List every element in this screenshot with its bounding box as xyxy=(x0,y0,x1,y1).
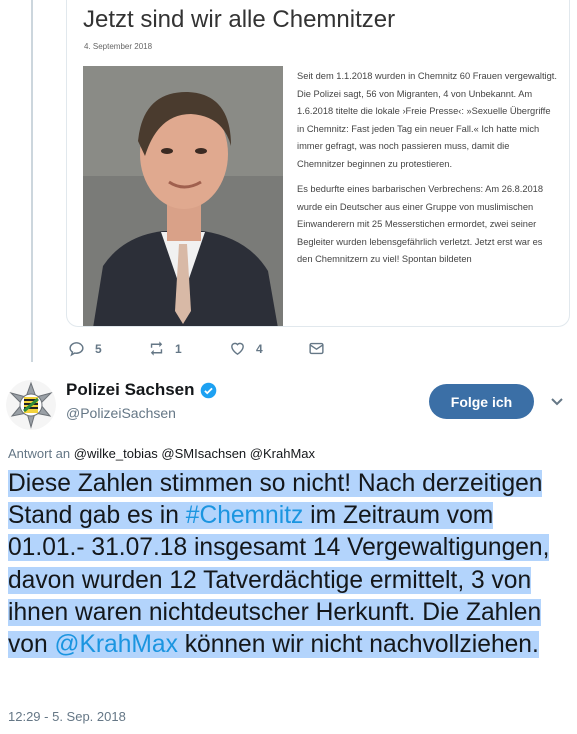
tweet-text: Diese Zahlen stimmen so nicht! Nach derz… xyxy=(0,468,576,661)
author-avatar[interactable] xyxy=(6,380,56,430)
retweet-icon xyxy=(150,341,163,356)
chevron-down-icon[interactable] xyxy=(549,393,565,409)
like-count: 4 xyxy=(256,341,263,356)
author-handle[interactable]: @PolizeiSachsen xyxy=(66,405,176,421)
tweet-text-part-3: können wir nicht nachvollziehen. xyxy=(177,631,539,659)
like-button[interactable]: 4 xyxy=(229,340,263,357)
article-date: 4. September 2018 xyxy=(84,42,153,51)
author-name-text: Polizei Sachsen xyxy=(66,380,195,399)
tweet-timestamp[interactable]: 12:29 - 5. Sep. 2018 xyxy=(8,709,126,724)
verified-badge-icon xyxy=(200,382,216,398)
reply-context: Antwort an @wilke_tobias @SMIsachsen @Kr… xyxy=(8,446,315,461)
mention-link[interactable]: @KrahMax xyxy=(55,631,178,658)
quoted-article-card[interactable]: Jetzt sind wir alle Chemnitzer 4. Septem… xyxy=(66,0,570,327)
reply-mention-2[interactable]: @SMIsachsen xyxy=(161,446,246,461)
author-name[interactable]: Polizei Sachsen xyxy=(66,380,217,400)
follow-button[interactable]: Folge ich xyxy=(429,384,534,419)
retweet-count: 1 xyxy=(175,341,182,356)
dm-icon xyxy=(309,342,324,355)
article-photo xyxy=(83,66,283,326)
reply-icon xyxy=(69,342,84,357)
retweet-button[interactable]: 1 xyxy=(148,340,182,357)
direct-message-button[interactable] xyxy=(308,340,325,357)
thread-connector-line xyxy=(31,0,33,362)
reply-count: 5 xyxy=(95,341,102,356)
reply-mention-1[interactable]: @wilke_tobias xyxy=(74,446,158,461)
article-title: Jetzt sind wir alle Chemnitzer xyxy=(83,6,396,33)
article-paragraph-1: Seit dem 1.1.2018 wurden in Chemnitz 60 … xyxy=(297,71,557,169)
hashtag-link[interactable]: #Chemnitz xyxy=(186,502,304,529)
reply-button[interactable]: 5 xyxy=(68,340,102,357)
reply-mention-3[interactable]: @KrahMax xyxy=(250,446,315,461)
police-star-logo xyxy=(6,380,56,430)
article-body: Seit dem 1.1.2018 wurden in Chemnitz 60 … xyxy=(297,68,559,277)
reply-prefix: Antwort an xyxy=(8,446,71,461)
tweet-actions-bar: 5 1 4 xyxy=(66,340,366,360)
heart-icon xyxy=(231,342,244,356)
article-paragraph-2: Es bedurfte eines barbarischen Verbreche… xyxy=(297,184,544,264)
